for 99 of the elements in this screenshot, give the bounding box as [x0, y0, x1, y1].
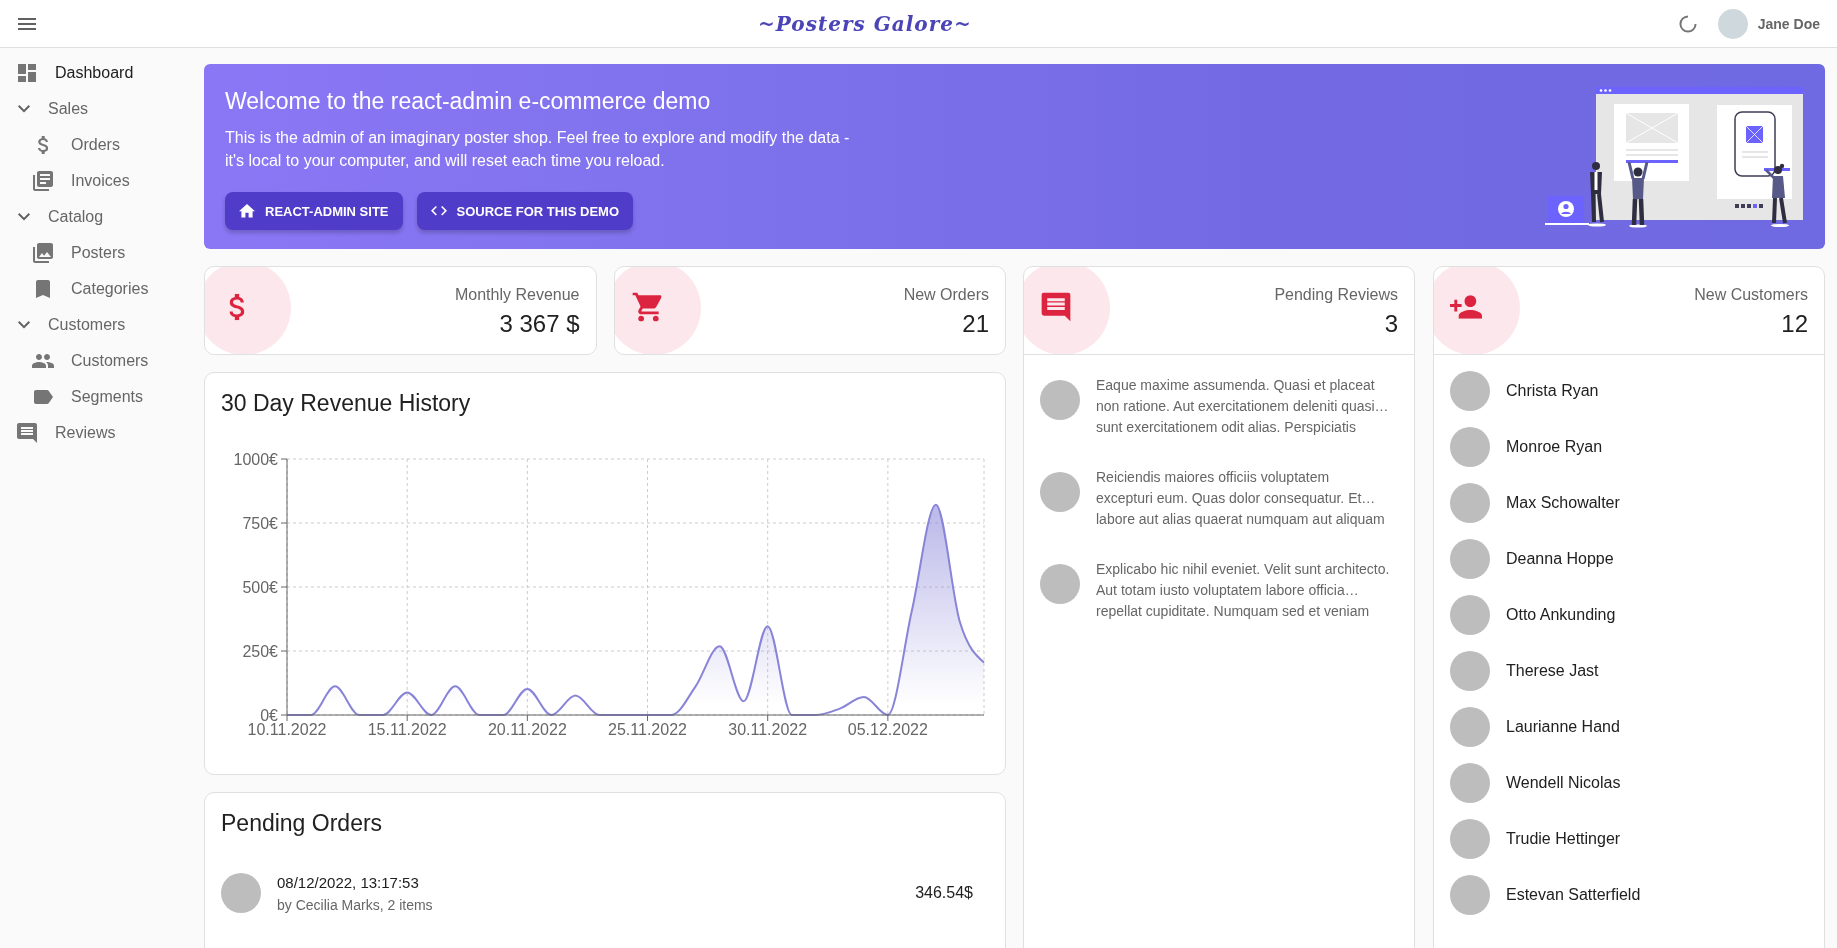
bookmark-icon: [36, 280, 50, 298]
customer-name: Christa Ryan: [1506, 382, 1599, 400]
customer-avatar: [1450, 371, 1490, 411]
customer-avatar: [1450, 875, 1490, 915]
sidebar-item[interactable]: Dashboard: [0, 55, 204, 91]
sidebar-item[interactable]: Segments: [0, 379, 204, 415]
customer-item[interactable]: Monroe Ryan: [1434, 419, 1824, 475]
customer-item[interactable]: Otto Ankunding: [1434, 587, 1824, 643]
review-text: Reiciendis maiores officiis voluptatem excepturi eum. Quas dolor consequatur. Et… labore aut alias quaerat numquam aut aliquam: [1096, 468, 1385, 529]
order-row[interactable]: 08/12/2022, 13:17:53 by Cecilia Marks, 2 items 346.54$: [205, 863, 1005, 923]
customer-name: Laurianne Hand: [1506, 718, 1620, 736]
axis-tick-label: 10.11.2022: [247, 721, 327, 738]
customer-avatar: [1450, 483, 1490, 523]
order-date: 08/12/2022, 13:17:53: [277, 873, 420, 893]
people-icon: [32, 354, 54, 368]
card-title: Pending Orders: [220, 809, 384, 838]
user-avatar: [1717, 8, 1748, 39]
customer-item[interactable]: Deanna Hoppe: [1434, 531, 1824, 587]
menu-icon[interactable]: [18, 17, 36, 30]
dollar-icon: [37, 136, 49, 154]
customer-name: Deanna Hoppe: [1506, 550, 1614, 568]
customer-avatar: [1450, 763, 1490, 803]
axis-tick-label: 750€: [242, 514, 278, 532]
stat-title: Monthly Revenue: [455, 285, 580, 305]
banner-button[interactable]: SOURCE FOR THIS DEMO: [416, 192, 633, 230]
sidebar-item[interactable]: Posters: [0, 235, 204, 271]
stat-value: 12: [1780, 309, 1808, 339]
stat-value: 3 367 $: [498, 309, 580, 339]
customer-avatar: [1450, 595, 1490, 635]
stat-title: New Orders: [903, 285, 989, 305]
banner-button[interactable]: REACT-ADMIN SITE: [225, 192, 403, 230]
axis-tick-label: 20.11.2022: [487, 721, 567, 738]
order-total: 346.54$: [915, 884, 973, 902]
sidebar-item[interactable]: Customers: [0, 343, 204, 379]
cart-icon: [614, 267, 703, 354]
dashboard-icon: [18, 64, 36, 82]
customer-item[interactable]: Max Schowalter: [1434, 475, 1824, 531]
sidebar-item[interactable]: Categories: [0, 271, 204, 307]
stat-value: 21: [961, 309, 989, 339]
axis-tick-label: 15.11.2022: [367, 721, 447, 738]
axis-tick-label: 1000€: [233, 450, 278, 468]
customer-item[interactable]: Wendell Nicolas: [1434, 755, 1824, 811]
review-item[interactable]: Explicabo hic nihil eveniet. Velit sunt architecto. Aut totam iusto voluptatem labore officia… repellat cupiditate. Numquam sed et veniam: [1024, 547, 1414, 639]
axis-tick-label: 0€: [260, 706, 278, 724]
customer-item[interactable]: Estevan Satterfield: [1434, 867, 1824, 923]
reviewer-avatar: [1040, 564, 1080, 604]
sidebar-item[interactable]: Invoices: [0, 163, 204, 199]
customer-name: Max Schowalter: [1506, 494, 1620, 512]
axis-tick-label: 25.11.2022: [608, 721, 687, 738]
customer-avatar: [1450, 539, 1490, 579]
customer-item[interactable]: Trudie Hettinger: [1434, 811, 1824, 867]
spinner-icon[interactable]: [1678, 14, 1697, 33]
tag-icon: [33, 390, 53, 404]
customer-avatar: [1450, 427, 1490, 467]
stat-value: 3: [1383, 309, 1398, 339]
customer-item[interactable]: Therese Jast: [1434, 643, 1824, 699]
review-item[interactable]: Reiciendis maiores officiis voluptatem excepturi eum. Quas dolor consequatur. Et… labore aut alias quaerat numquam aut aliquam: [1024, 455, 1414, 547]
code-icon: [430, 206, 447, 216]
speech-bubble-icon: [1024, 267, 1112, 354]
customer-name: Trudie Hettinger: [1506, 830, 1621, 848]
image-stack-icon: [33, 243, 53, 263]
axis-tick-label: 30.11.2022: [728, 721, 808, 738]
home-icon: [239, 204, 255, 218]
chart-title: 30 Day Revenue History: [221, 389, 472, 418]
sidebar-group[interactable]: Customers: [0, 307, 204, 343]
customer-avatar: [1450, 707, 1490, 747]
app-title: ~Posters Galore~: [757, 11, 973, 36]
sidebar-group[interactable]: Sales: [0, 91, 204, 127]
sidebar-group[interactable]: Catalog: [0, 199, 204, 235]
customer-item[interactable]: Laurianne Hand: [1434, 699, 1824, 755]
stat-title: New Customers: [1694, 285, 1808, 305]
sidebar-item[interactable]: Orders: [0, 127, 204, 163]
banner-title: Welcome to the react-admin e-commerce demo: [225, 87, 712, 116]
reviewer-avatar: [1040, 472, 1080, 512]
person-add-icon: [1434, 267, 1522, 354]
dollar-icon: [205, 267, 293, 354]
speech-bubble-icon: [17, 423, 37, 443]
customer-avatar: [221, 873, 261, 913]
banner-text: This is the admin of an imaginary poster shop. Feel free to explore and modify the data - it's local to your computer, and will reset each time you reload.: [225, 128, 851, 171]
axis-tick-label: 500€: [242, 578, 278, 596]
axis-tick-label: 250€: [242, 642, 278, 660]
customer-name: Therese Jast: [1506, 662, 1599, 680]
reviewer-avatar: [1040, 380, 1080, 420]
review-item[interactable]: Eaque maxime assumenda. Quasi et placeat non ratione. Aut exercitationem deleniti quasi… sunt exercitationem odit alias. Perspiciatis: [1024, 363, 1414, 455]
axis-tick-label: 05.12.2022: [847, 721, 928, 738]
review-text: Eaque maxime assumenda. Quasi et placeat non ratione. Aut exercitationem deleniti quasi… sunt exercitationem odit alias. Perspiciatis: [1096, 376, 1389, 437]
user-menu-button[interactable]: Jane Doe: [1717, 8, 1820, 39]
stat-title: Pending Reviews: [1274, 285, 1398, 305]
customer-item[interactable]: Christa Ryan: [1434, 363, 1824, 419]
customer-avatar: [1450, 819, 1490, 859]
order-details: by Cecilia Marks, 2 items: [277, 896, 434, 915]
customer-name: Monroe Ryan: [1506, 438, 1603, 456]
sidebar-item[interactable]: Reviews: [0, 415, 204, 451]
document-stack-icon: [33, 171, 53, 191]
review-text: Explicabo hic nihil eveniet. Velit sunt architecto. Aut totam iusto voluptatem labore officia… repellat cupiditate. Numquam sed et veniam: [1096, 560, 1390, 621]
customer-name: Wendell Nicolas: [1506, 774, 1621, 792]
customer-avatar: [1450, 651, 1490, 691]
customer-name: Otto Ankunding: [1506, 606, 1616, 624]
customer-name: Estevan Satterfield: [1506, 886, 1641, 904]
